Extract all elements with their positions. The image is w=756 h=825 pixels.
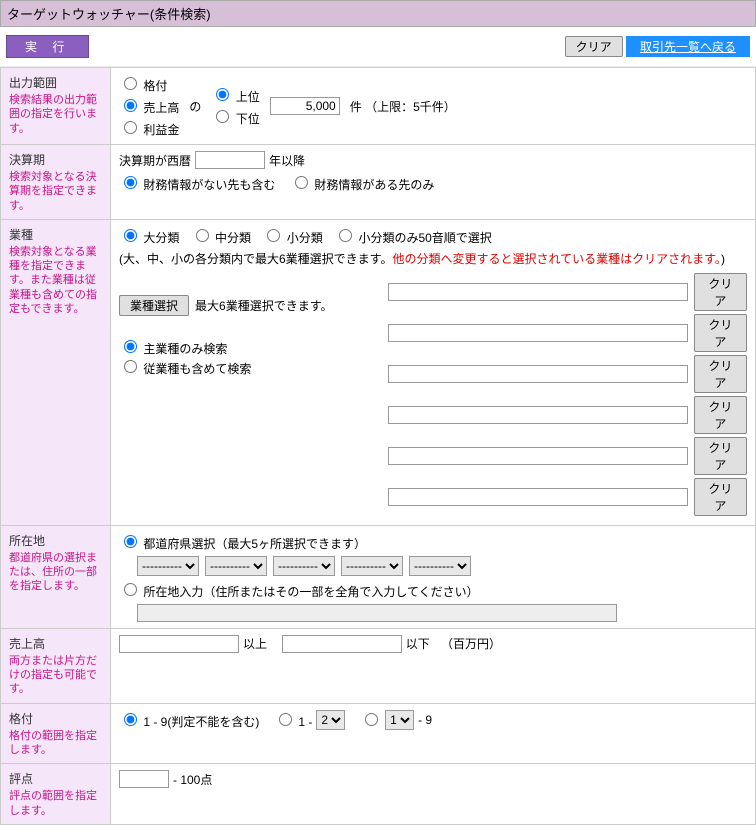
radio-industry-incl-sub[interactable]: 従業種も含めて検索 xyxy=(119,357,376,377)
radio-rating-to[interactable] xyxy=(360,710,381,729)
industry-clear-3[interactable]: クリア xyxy=(694,355,747,393)
industry-clear-2[interactable]: クリア xyxy=(694,314,747,352)
section-period-content: 決算期が西暦 年以降 財務情報がない先も含む 財務情報がある先のみ xyxy=(111,145,756,220)
location-address-input[interactable] xyxy=(137,604,617,622)
radio-output-top[interactable]: 上位 xyxy=(211,85,259,105)
sales-from-input[interactable] xyxy=(119,635,239,653)
radio-class-small[interactable]: 小分類 xyxy=(262,226,322,246)
output-count-suffix: 件 （上限：5千件） xyxy=(350,98,456,115)
section-location-label: 所在地 都道府県の選択または、住所の一部を指定します。 xyxy=(1,525,111,628)
radio-location-addr[interactable]: 所在地入力（住所またはその一部を全角で入力してください） xyxy=(119,585,479,599)
industry-clear-6[interactable]: クリア xyxy=(694,478,747,516)
radio-class-small50[interactable]: 小分類のみ50音順で選択 xyxy=(334,226,492,246)
section-sales-content: 以上 以下 （百万円） xyxy=(111,628,756,703)
rating-from-select[interactable]: 2 xyxy=(316,710,345,730)
radio-output-rating[interactable]: 格付 xyxy=(119,74,179,94)
industry-input-2[interactable] xyxy=(388,324,688,342)
clear-all-button[interactable]: クリア xyxy=(565,36,623,57)
score-input[interactable] xyxy=(119,770,169,788)
radio-rating-all[interactable]: 1 - 9(判定不能を含む) xyxy=(119,710,259,730)
section-period-label: 決算期 検索対象となる決算期を指定できます。 xyxy=(1,145,111,220)
industry-select-button[interactable]: 業種選択 xyxy=(119,295,189,316)
page-title: ターゲットウォッチャー(条件検索) xyxy=(0,0,756,27)
section-location-content: 都道府県選択（最大5ヶ所選択できます） ---------- ---------… xyxy=(111,525,756,628)
section-score-label: 評点 評点の範囲を指定します。 xyxy=(1,764,111,825)
radio-industry-main-only[interactable]: 主業種のみ検索 xyxy=(119,337,376,357)
radio-location-pref[interactable]: 都道府県選択（最大5ヶ所選択できます） xyxy=(119,537,366,551)
section-industry-label: 業種 検索対象となる業種を指定できます。また業種は従業種も含めての指定もできます… xyxy=(1,219,111,525)
radio-period-include-none[interactable]: 財務情報がない先も含む xyxy=(119,173,275,193)
back-button[interactable]: 取引先一覧へ戻る xyxy=(626,36,750,57)
output-count-input[interactable] xyxy=(270,97,340,115)
section-output-content: 格付 売上高 利益金 の 上位 下位 件 （上限：5千件） xyxy=(111,68,756,145)
industry-input-1[interactable] xyxy=(388,283,688,301)
radio-output-sales[interactable]: 売上高 xyxy=(119,96,179,116)
industry-input-3[interactable] xyxy=(388,365,688,383)
pref-select-5[interactable]: ---------- xyxy=(409,556,471,576)
radio-class-mid[interactable]: 中分類 xyxy=(191,226,251,246)
section-rating-label: 格付 格付の範囲を指定します。 xyxy=(1,703,111,764)
pref-select-3[interactable]: ---------- xyxy=(273,556,335,576)
sales-to-input[interactable] xyxy=(282,635,402,653)
exec-button[interactable]: 実 行 xyxy=(6,35,89,58)
industry-clear-4[interactable]: クリア xyxy=(694,396,747,434)
section-score-content: - 100点 xyxy=(111,764,756,825)
pref-select-1[interactable]: ---------- xyxy=(137,556,199,576)
section-sales-label: 売上高 両方または片方だけの指定も可能です。 xyxy=(1,628,111,703)
radio-output-profit[interactable]: 利益金 xyxy=(119,118,179,138)
period-year-input[interactable] xyxy=(195,151,265,169)
pref-select-2[interactable]: ---------- xyxy=(205,556,267,576)
pref-select-4[interactable]: ---------- xyxy=(341,556,403,576)
section-rating-content: 1 - 9(判定不能を含む) 1 - 2 1 - 9 xyxy=(111,703,756,764)
section-output-label: 出力範囲 検索結果の出力範囲の指定を行います。 xyxy=(1,68,111,145)
radio-rating-from[interactable]: 1 - xyxy=(274,710,312,729)
radio-period-only-have[interactable]: 財務情報がある先のみ xyxy=(290,173,434,193)
industry-input-6[interactable] xyxy=(388,488,688,506)
radio-output-bottom[interactable]: 下位 xyxy=(211,107,259,127)
radio-class-large[interactable]: 大分類 xyxy=(119,226,179,246)
industry-clear-1[interactable]: クリア xyxy=(694,273,747,311)
section-industry-content: 大分類 中分類 小分類 小分類のみ50音順で選択 (大、中、小の各分類内で最大6… xyxy=(111,219,756,525)
industry-input-5[interactable] xyxy=(388,447,688,465)
toolbar: 実 行 クリア 取引先一覧へ戻る xyxy=(0,27,756,66)
rating-to-select[interactable]: 1 xyxy=(385,710,414,730)
industry-input-4[interactable] xyxy=(388,406,688,424)
industry-clear-5[interactable]: クリア xyxy=(694,437,747,475)
